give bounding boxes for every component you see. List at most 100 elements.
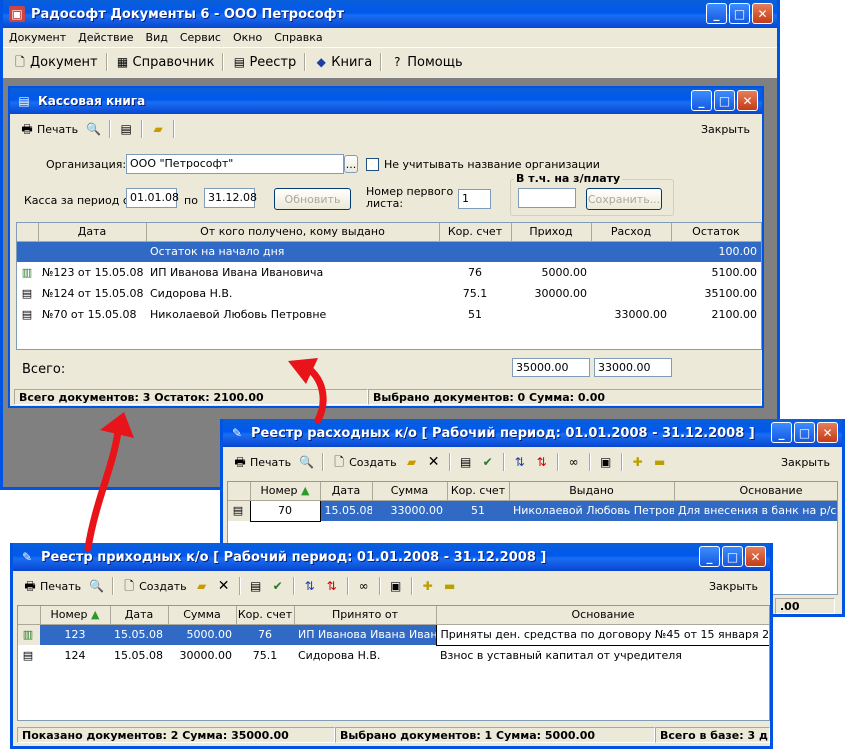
income-sort-asc-button[interactable]: ⇅ xyxy=(299,577,321,595)
menu-service[interactable]: Сервис xyxy=(180,31,221,44)
expense-maximize-button[interactable]: □ xyxy=(794,422,815,443)
period-from-field[interactable]: 01.01.08 xyxy=(126,188,179,208)
close-button[interactable]: ✕ xyxy=(752,3,773,24)
col-sum[interactable]: Сумма xyxy=(372,482,448,501)
expense-minimize-button[interactable]: _ xyxy=(771,422,792,443)
sort-asc-icon: ⇅ xyxy=(514,455,525,469)
expense-close-link[interactable]: Закрыть xyxy=(781,456,830,469)
col-account[interactable]: Кор. счет xyxy=(236,606,295,625)
first-sheet-field[interactable]: 1 xyxy=(458,189,491,209)
income-minimize-button[interactable]: _ xyxy=(699,546,720,567)
expense-preview-button[interactable]: 🔍 xyxy=(295,453,318,471)
list-button[interactable]: ▤ xyxy=(115,120,137,138)
income-check-button[interactable]: ✔ xyxy=(267,577,289,595)
col-icon[interactable] xyxy=(18,606,41,625)
menu-action[interactable]: Действие xyxy=(78,31,133,44)
preview-icon: 🔍 xyxy=(86,122,102,136)
document-button[interactable]: 🗋 Документ xyxy=(9,53,102,72)
registry-button[interactable]: ▤ Реестр xyxy=(228,53,300,72)
income-props-button[interactable]: ▣ xyxy=(385,577,407,595)
col-account[interactable]: Кор. счет xyxy=(447,482,510,501)
ignore-org-checkbox[interactable] xyxy=(366,158,379,171)
cashbook-close-link[interactable]: Закрыть xyxy=(701,123,750,136)
income-maximize-button[interactable]: □ xyxy=(722,546,743,567)
col-sum[interactable]: Сумма xyxy=(168,606,237,625)
menu-document[interactable]: Документ xyxy=(9,31,66,44)
expense-find-button[interactable]: ∞ xyxy=(563,453,585,471)
menu-window[interactable]: Окно xyxy=(233,31,262,44)
preview-icon: 🔍 xyxy=(299,455,315,469)
col-issued[interactable]: Выдано xyxy=(509,482,675,501)
reference-button[interactable]: ▦ Справочник xyxy=(112,53,219,72)
income-copy-button[interactable]: ▤ xyxy=(245,577,267,595)
expense-create-button[interactable]: 🗋 Создать xyxy=(328,453,401,471)
expense-open-button[interactable]: ▰ xyxy=(401,453,423,471)
income-remove-button[interactable]: ▬ xyxy=(439,577,461,595)
col-icon[interactable] xyxy=(228,482,251,501)
org-browse-button[interactable]: ... xyxy=(344,155,358,173)
income-create-button[interactable]: 🗋 Создать xyxy=(118,577,191,595)
expense-remove-button[interactable]: ▬ xyxy=(649,453,671,471)
menu-view[interactable]: Вид xyxy=(146,31,168,44)
cashbook-close-button[interactable]: ✕ xyxy=(737,90,758,111)
book-button[interactable]: ◆ Книга xyxy=(310,53,376,72)
col-rest[interactable]: Остаток xyxy=(671,223,761,242)
income-registry-window: ✎ Реестр приходных к/о [ Рабочий период:… xyxy=(10,543,773,749)
table-row[interactable]: ▤ №70 от 15.05.08 Николаевой Любовь Петров… xyxy=(17,304,761,325)
menu-help[interactable]: Справка xyxy=(274,31,322,44)
col-basis[interactable]: Основание xyxy=(436,606,769,625)
minimize-button[interactable]: _ xyxy=(706,3,727,24)
col-account[interactable]: Кор. счет xyxy=(439,223,512,242)
col-income[interactable]: Приход xyxy=(511,223,592,242)
table-row[interactable]: ▤ 70 15.05.08 33000.00 51 Николаевой Люб… xyxy=(228,499,837,522)
income-close-link[interactable]: Закрыть xyxy=(709,580,758,593)
income-preview-button[interactable]: 🔍 xyxy=(85,577,108,595)
expense-close-button[interactable]: ✕ xyxy=(817,422,838,443)
cashbook-maximize-button[interactable]: □ xyxy=(714,90,735,111)
expense-copy-button[interactable]: ▤ xyxy=(455,453,477,471)
col-received-from[interactable]: Принято от xyxy=(294,606,437,625)
cashbook-print-button[interactable]: 🖶 Печать xyxy=(16,120,82,138)
col-expense[interactable]: Расход xyxy=(591,223,672,242)
income-find-button[interactable]: ∞ xyxy=(353,577,375,595)
registry-icon: ✎ xyxy=(231,426,243,440)
table-row[interactable]: ▤ №124 от 15.05.08 Сидорова Н.В. 75.1 30000.… xyxy=(17,283,761,304)
expense-props-button[interactable]: ▣ xyxy=(595,453,617,471)
expense-add-button[interactable]: ✚ xyxy=(627,453,649,471)
income-delete-button[interactable]: ✕ xyxy=(213,577,235,595)
col-basis[interactable]: Основание xyxy=(674,482,837,501)
org-field[interactable]: ООО "Петрософт" xyxy=(126,154,344,174)
table-row[interactable]: ▥ 123 15.05.08 5000.00 76 ИП Иванова Ива… xyxy=(18,623,769,646)
col-date[interactable]: Дата xyxy=(110,606,169,625)
col-date[interactable]: Дата xyxy=(38,223,147,242)
table-row[interactable]: Остаток на начало дня 100.00 xyxy=(17,241,761,262)
col-number[interactable]: Номер ▲ xyxy=(250,482,321,501)
income-print-button[interactable]: 🖶 Печать xyxy=(19,577,85,595)
expense-sort-desc-button[interactable]: ⇅ xyxy=(531,453,553,471)
income-sort-desc-button[interactable]: ⇅ xyxy=(321,577,343,595)
help-button[interactable]: ? Помощь xyxy=(386,53,466,72)
table-row[interactable]: ▥ №123 от 15.05.08 ИП Иванова Ивана Иванов… xyxy=(17,262,761,283)
expense-delete-button[interactable]: ✕ xyxy=(423,453,445,471)
expense-print-button[interactable]: 🖶 Печать xyxy=(229,453,295,471)
col-number[interactable]: Номер ▲ xyxy=(40,606,111,625)
col-who[interactable]: От кого получено, кому выдано xyxy=(146,223,440,242)
preview-button[interactable]: 🔍 xyxy=(82,120,105,138)
income-close-button[interactable]: ✕ xyxy=(745,546,766,567)
refresh-button[interactable]: Обновить xyxy=(274,188,351,210)
col-icon[interactable] xyxy=(17,223,39,242)
open-button[interactable]: ▰ xyxy=(147,120,169,138)
salary-field[interactable] xyxy=(518,188,576,208)
income-add-button[interactable]: ✚ xyxy=(417,577,439,595)
expense-check-button[interactable]: ✔ xyxy=(477,453,499,471)
save-button[interactable]: Сохранить... xyxy=(586,188,662,210)
income-open-button[interactable]: ▰ xyxy=(191,577,213,595)
total-expense-field: 33000.00 xyxy=(594,358,672,377)
col-date[interactable]: Дата xyxy=(320,482,373,501)
period-to-field[interactable]: 31.12.08 xyxy=(204,188,257,208)
cashbook-minimize-button[interactable]: _ xyxy=(691,90,712,111)
maximize-button[interactable]: □ xyxy=(729,3,750,24)
table-row[interactable]: ▤ 124 15.05.08 30000.00 75.1 Сидорова Н.… xyxy=(18,645,769,666)
expense-sort-asc-button[interactable]: ⇅ xyxy=(509,453,531,471)
first-sheet-label: Номер первого листа: xyxy=(366,185,454,210)
